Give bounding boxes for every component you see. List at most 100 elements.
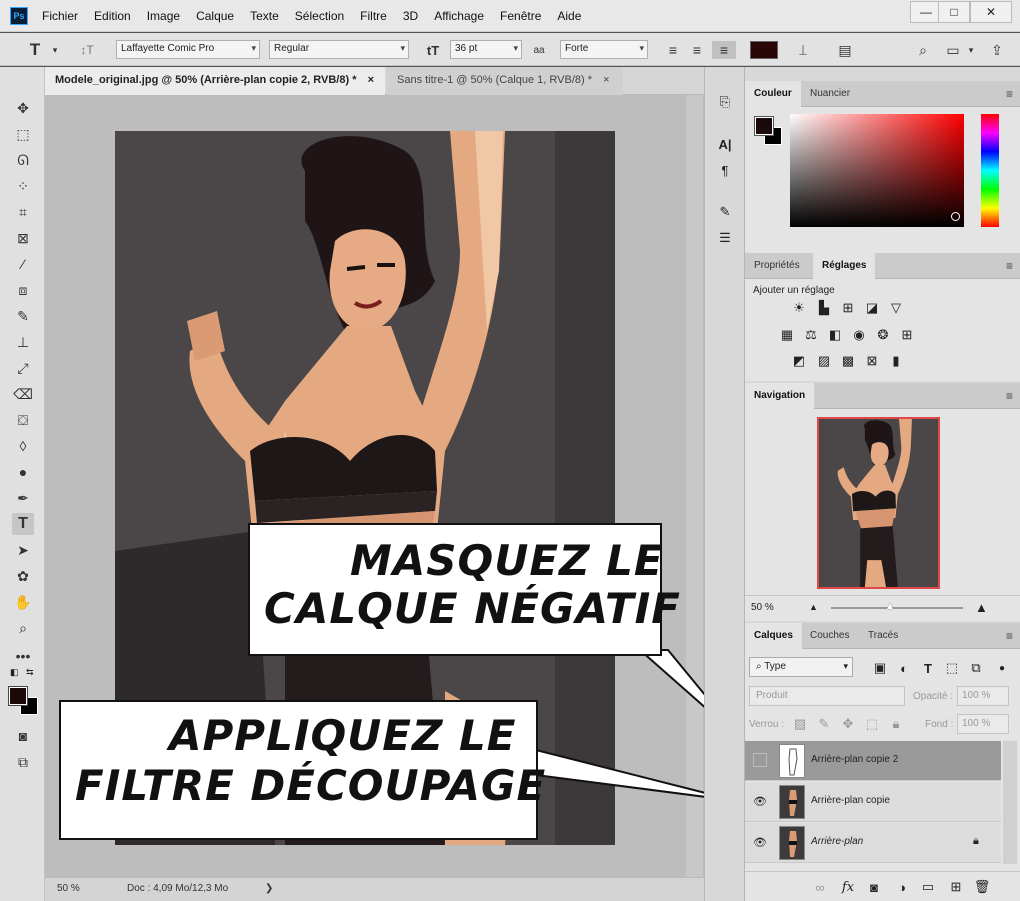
fill-field[interactable]: 100 % xyxy=(957,714,1009,734)
layer-row[interactable]: 👁︎ Arrière-plan copie xyxy=(745,782,1001,822)
link-layers-icon[interactable]: ∞ xyxy=(811,878,829,896)
layer-name[interactable]: Arrière-plan copie 2 xyxy=(811,754,898,765)
hue-slider[interactable] xyxy=(981,114,999,227)
layer-thumbnail xyxy=(779,785,805,819)
color-panel xyxy=(745,107,1020,253)
zoom-out-icon[interactable]: ▲ xyxy=(809,602,818,612)
tab-traces[interactable]: Tracés xyxy=(859,623,907,649)
filter-adjustment-icon[interactable]: ◐ xyxy=(895,659,913,677)
zoom-slider-thumb[interactable]: ▲ xyxy=(885,601,895,612)
selective-color-icon[interactable]: ⊠ xyxy=(863,352,881,370)
callout-masquez: MASQUEZ LE CALQUE NÉGATIF xyxy=(248,523,680,656)
tab-reglages[interactable]: Réglages xyxy=(813,253,876,279)
filter-smart-object-icon[interactable]: ⧉ xyxy=(967,659,985,677)
navigator-preview[interactable] xyxy=(817,417,940,589)
eye-icon[interactable]: 👁︎ xyxy=(753,794,767,808)
tab-nuancier[interactable]: Nuancier xyxy=(801,81,859,107)
layers-panel-tabs: Calques Couches Tracés ≡ xyxy=(745,623,1020,649)
color-balance-icon[interactable]: ⚖ xyxy=(802,326,820,344)
visibility-toggle-off[interactable] xyxy=(753,753,767,767)
vibrance-icon[interactable]: ▽ xyxy=(887,299,905,317)
eye-icon[interactable]: 👁︎ xyxy=(753,835,767,849)
levels-icon[interactable]: ▙ xyxy=(815,299,833,317)
navigator-zoom-value[interactable]: 50 % xyxy=(751,602,774,613)
search-icon: ⌕ xyxy=(756,661,762,672)
lock-all-icon[interactable]: 🔒︎ xyxy=(887,715,905,733)
navigation-panel-tabs: Navigation ≡ xyxy=(745,383,1020,409)
filter-toggle-icon[interactable]: ● xyxy=(993,659,1011,677)
photo-filter-icon[interactable]: ◉ xyxy=(850,326,868,344)
hue-saturation-icon[interactable]: ▦ xyxy=(778,326,796,344)
adjustments-panel: Ajouter un réglage ☀ ▙ ⊞ ◪ ▽ ▦ ⚖ ◧ ◉ ❂ ⊞… xyxy=(745,279,1020,381)
delete-layer-icon[interactable]: 🗑︎ xyxy=(973,878,991,896)
callout-masquez-line1: MASQUEZ LE xyxy=(350,536,664,585)
layer-row[interactable]: Arrière-plan copie 2 xyxy=(745,741,1001,781)
color-field[interactable] xyxy=(790,114,964,227)
callout-appliquez-line1: APPLIQUEZ LE xyxy=(169,711,517,760)
layers-scrollbar[interactable] xyxy=(1003,741,1017,864)
opacity-label: Opacité : xyxy=(913,691,954,702)
add-adjustment-label: Ajouter un réglage xyxy=(753,285,835,296)
lock-label: Verrou : xyxy=(749,719,785,730)
layer-row[interactable]: 👁︎ Arrière-plan 🔒︎ xyxy=(745,823,1001,863)
layer-thumbnail xyxy=(779,744,805,778)
color-lookup-icon[interactable]: ⊞ xyxy=(898,326,916,344)
new-group-icon[interactable]: ▭ xyxy=(919,878,937,896)
tab-calques[interactable]: Calques xyxy=(745,623,802,649)
tab-navigation[interactable]: Navigation xyxy=(745,383,815,409)
lock-icon: 🔒︎ xyxy=(973,835,979,847)
navigation-panel: 50 % ▲ ▲ ▲ xyxy=(745,409,1020,621)
lock-transparency-icon[interactable]: ▨ xyxy=(791,715,809,733)
filter-pixel-icon[interactable]: ▣ xyxy=(871,659,889,677)
callout-masquez-line2: CALQUE NÉGATIF xyxy=(264,584,681,633)
callout-appliquez-line2: FILTRE DÉCOUPAGE xyxy=(75,761,547,810)
panels-dock: Couleur Nuancier ≡ Propriétés Réglages ≡… xyxy=(744,67,1020,901)
layer-filter-select[interactable]: ⌕ Type ▾ xyxy=(749,657,853,677)
tab-couches[interactable]: Couches xyxy=(801,623,858,649)
character-icon[interactable]: A| xyxy=(716,135,734,153)
new-adjustment-icon[interactable]: ◑ xyxy=(893,878,911,896)
paragraph-icon[interactable]: ¶ xyxy=(716,161,734,179)
panel-menu-icon[interactable]: ≡ xyxy=(1006,87,1013,101)
history-icon[interactable]: ⎘ xyxy=(716,93,734,111)
brightness-icon[interactable]: ☀ xyxy=(790,299,808,317)
gradient-map-icon[interactable]: ▮ xyxy=(887,352,905,370)
layer-name[interactable]: Arrière-plan copie xyxy=(811,795,890,806)
layer-name[interactable]: Arrière-plan xyxy=(811,836,863,847)
add-mask-icon[interactable]: ◙ xyxy=(865,878,883,896)
lock-pixels-icon[interactable]: ✎ xyxy=(815,715,833,733)
threshold-icon[interactable]: ▩ xyxy=(839,352,857,370)
color-panel-tabs: Couleur Nuancier ≡ xyxy=(745,81,1020,107)
callout-appliquez: APPLIQUEZ LE FILTRE DÉCOUPAGE xyxy=(59,700,545,840)
panel-menu-icon[interactable]: ≡ xyxy=(1006,629,1013,643)
tab-proprietes[interactable]: Propriétés xyxy=(745,253,809,279)
brush-settings-icon[interactable]: ✎ xyxy=(716,203,734,221)
fill-label: Fond : xyxy=(925,719,954,730)
adjustments-panel-tabs: Propriétés Réglages ≡ xyxy=(745,253,1020,279)
fx-icon[interactable]: fx xyxy=(839,878,857,896)
tool-presets-icon[interactable]: ☰ xyxy=(716,229,734,247)
color-picker-marker[interactable] xyxy=(951,212,960,221)
posterize-icon[interactable]: ▨ xyxy=(815,352,833,370)
opacity-field[interactable]: 100 % xyxy=(957,686,1009,706)
invert-icon[interactable]: ◩ xyxy=(790,352,808,370)
lock-position-icon[interactable]: ✥ xyxy=(839,715,857,733)
layers-panel: ⌕ Type ▾ ▣ ◐ T ⬚ ⧉ ● Produit Opacité : 10… xyxy=(745,649,1020,901)
navigator-thumbnail-image xyxy=(820,419,938,587)
new-layer-icon[interactable]: ⊞ xyxy=(947,878,965,896)
filter-type-icon[interactable]: T xyxy=(919,659,937,677)
zoom-in-icon[interactable]: ▲ xyxy=(975,600,988,615)
lock-artboard-icon[interactable]: ⬚ xyxy=(863,715,881,733)
curves-icon[interactable]: ⊞ xyxy=(839,299,857,317)
blend-mode-select[interactable]: Produit xyxy=(749,686,905,706)
color-fg-swatch[interactable] xyxy=(754,116,774,136)
panel-menu-icon[interactable]: ≡ xyxy=(1006,259,1013,273)
zoom-slider[interactable] xyxy=(831,607,963,609)
panel-menu-icon[interactable]: ≡ xyxy=(1006,389,1013,403)
exposure-icon[interactable]: ◪ xyxy=(863,299,881,317)
channel-mixer-icon[interactable]: ❂ xyxy=(874,326,892,344)
filter-shape-icon[interactable]: ⬚ xyxy=(943,659,961,677)
black-white-icon[interactable]: ◧ xyxy=(826,326,844,344)
tab-couleur[interactable]: Couleur xyxy=(745,81,801,107)
layer-thumbnail xyxy=(779,826,805,860)
